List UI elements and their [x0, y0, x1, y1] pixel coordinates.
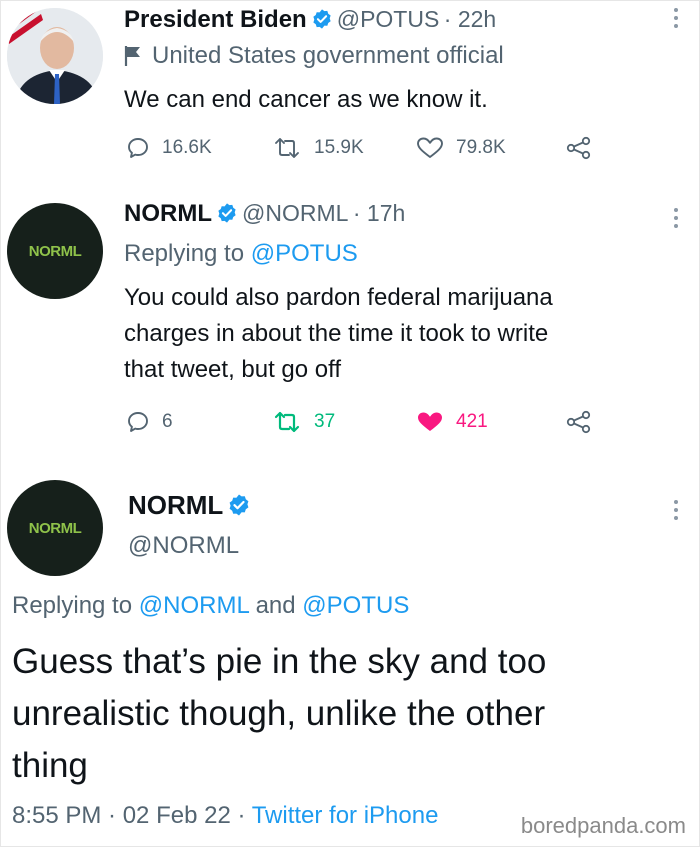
norml-avatar-logo: NORML [28, 519, 82, 537]
retweet-icon [275, 138, 299, 158]
tweet3-header: NORML [128, 490, 255, 520]
heart-outline-icon [417, 137, 443, 158]
tweet3-replying-to: Replying to @NORML and @POTUS [12, 592, 409, 620]
tweet2-like-count: 421 [456, 411, 488, 432]
watermark: boredpanda.com [520, 813, 686, 838]
potus-avatar-image [7, 8, 103, 104]
replying-to-norml-link[interactable]: @NORML [139, 592, 249, 619]
verified-badge-icon [218, 203, 236, 223]
tweet2-reply-button[interactable]: 6 [126, 410, 173, 434]
tweet3-text: Guess that’s pie in the sky and too unre… [12, 636, 546, 792]
replying-to-potus-link[interactable]: @POTUS [302, 592, 409, 619]
potus-avatar[interactable] [7, 8, 103, 104]
tweet1-reply-button[interactable]: 16.6K [126, 136, 212, 160]
gov-official-label: United States government official [152, 42, 504, 69]
replying-and-label: and [255, 592, 296, 619]
tweet2-text-line: charges in about the time it took to wri… [124, 320, 549, 347]
norml-avatar-logo: NORML [28, 242, 82, 260]
retweet-active-icon [274, 411, 300, 433]
tweet2-retweet-button[interactable]: 37 [272, 410, 335, 434]
tweet2-handle[interactable]: @NORML [242, 200, 348, 226]
replying-to-label: Replying to [12, 592, 133, 619]
tweet1-retweet-button[interactable]: 15.9K [272, 136, 364, 160]
reply-icon [128, 412, 148, 432]
tweet3-text-line: thing [12, 746, 88, 785]
tweet1-like-button[interactable]: 79.8K [416, 136, 506, 160]
tweet3-source-link[interactable]: Twitter for iPhone [252, 802, 439, 829]
norml-avatar[interactable]: NORML [7, 203, 103, 299]
tweet2-header: NORML @NORML · 17h [124, 200, 405, 230]
replying-to-potus-link[interactable]: @POTUS [251, 240, 358, 267]
share-icon [566, 410, 591, 434]
tweet1-time[interactable]: · 22h [444, 6, 496, 32]
tweet1-like-count: 79.8K [456, 137, 506, 158]
share-icon [566, 136, 591, 160]
verified-badge-icon [229, 494, 249, 516]
tweet2-time[interactable]: · 17h [353, 200, 405, 226]
verified-badge-icon [313, 9, 331, 29]
tweet2-text-line: You could also pardon federal marijuana [124, 284, 553, 311]
tweet3-more-icon[interactable] [674, 500, 678, 524]
tweet2-share-button[interactable] [566, 410, 604, 434]
tweet2-more-icon[interactable] [674, 208, 678, 232]
tweet1-gov-label: United States government official [124, 42, 504, 70]
tweet1-share-button[interactable] [566, 136, 604, 160]
reply-icon [128, 138, 148, 158]
tweet2-text-line: that tweet, but go off [124, 356, 342, 383]
tweet3-timestamp[interactable]: 8:55 PM · 02 Feb 22 · [12, 802, 245, 829]
flag-icon [124, 46, 140, 66]
norml-avatar-detail[interactable]: NORML [7, 480, 103, 576]
tweet1-author-name[interactable]: President Biden [124, 6, 307, 33]
heart-filled-icon [418, 412, 442, 431]
tweet2-like-button[interactable]: 421 [416, 410, 488, 434]
tweet1-reply-count: 16.6K [162, 137, 212, 158]
replying-to-label: Replying to [124, 240, 245, 267]
tweet3-handle[interactable]: @NORML [128, 532, 239, 560]
tweet2-author-name[interactable]: NORML [124, 200, 212, 227]
tweet1-retweet-count: 15.9K [314, 137, 364, 158]
tweet3-text-line: unrealistic though, unlike the other [12, 694, 546, 733]
tweet2-replying-to: Replying to @POTUS [124, 240, 358, 268]
tweet1-handle[interactable]: @POTUS [337, 6, 440, 32]
tweet1-text: We can end cancer as we know it. [124, 86, 488, 113]
tweet1-header: President Biden @POTUS · 22h [124, 6, 496, 36]
tweet3-metadata: 8:55 PM · 02 Feb 22 · Twitter for iPhone [12, 802, 438, 830]
tweet2-retweet-count: 37 [314, 411, 336, 432]
tweet2-text: You could also pardon federal marijuana … [124, 280, 553, 388]
tweet3-author-name[interactable]: NORML [128, 490, 223, 520]
tweet3-text-line: Guess that’s pie in the sky and too [12, 642, 547, 681]
tweet1-more-icon[interactable] [674, 8, 678, 32]
tweet2-reply-count: 6 [162, 411, 173, 432]
